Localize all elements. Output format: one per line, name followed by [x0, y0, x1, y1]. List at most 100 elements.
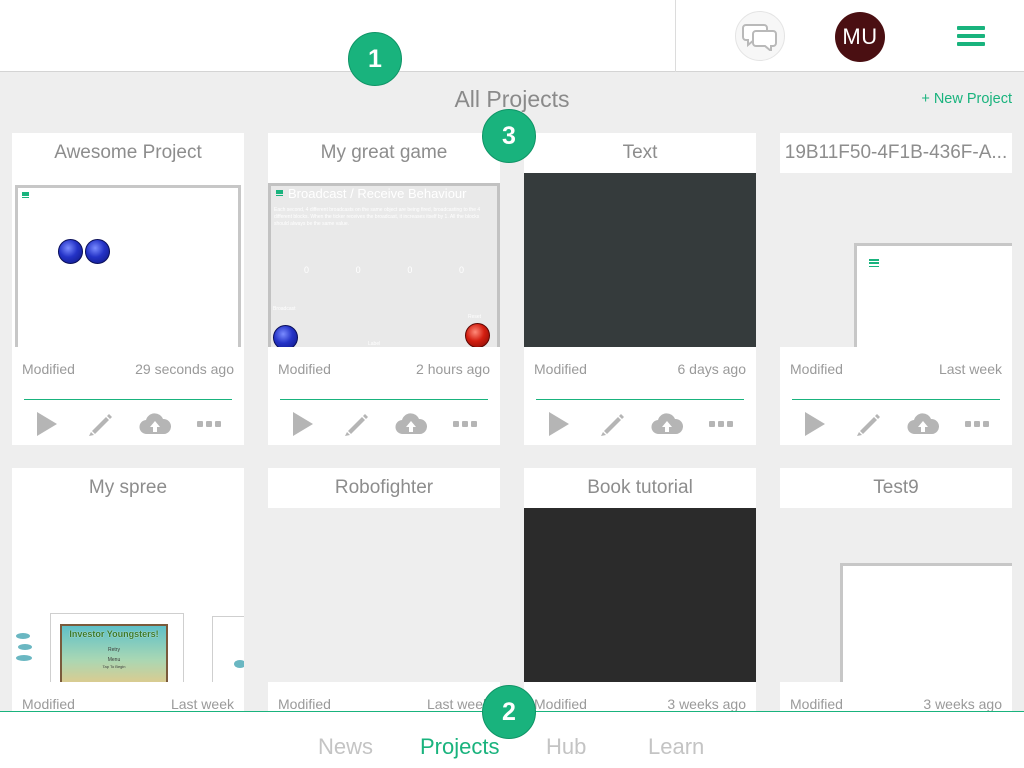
more-button[interactable] [701, 408, 741, 440]
more-dots-icon [197, 421, 221, 427]
project-thumbnail[interactable] [524, 508, 756, 682]
card-meta: Modified 29 seconds ago [22, 361, 234, 377]
card-actions [524, 407, 756, 441]
modified-label: Modified [22, 696, 75, 712]
project-card[interactable]: Text Modified 6 days ago [524, 133, 756, 445]
edit-button[interactable] [593, 408, 633, 440]
nav-projects[interactable]: Projects [420, 734, 499, 760]
nav-hub[interactable]: Hub [546, 734, 586, 760]
modified-label: Modified [22, 361, 75, 377]
sprite [234, 660, 244, 668]
card-meta: Modified Last week [790, 361, 1002, 377]
hamburger-menu-icon[interactable] [957, 26, 985, 46]
project-title[interactable]: My great game [268, 133, 500, 173]
project-title[interactable]: My spree [12, 468, 244, 508]
play-icon [805, 412, 825, 436]
modified-label: Modified [534, 696, 587, 712]
cloud-upload-icon [139, 413, 171, 435]
top-bar: MU [0, 0, 1024, 72]
card-footer: Modified 6 days ago [524, 347, 756, 445]
blue-ball [273, 325, 298, 347]
game-menu: Menu [107, 657, 121, 663]
edit-pencil-icon [601, 414, 624, 436]
edit-pencil-icon [89, 414, 112, 436]
card-actions [268, 407, 500, 441]
thumbnail-heading: Broadcast / Receive Behaviour [288, 186, 467, 201]
nav-news[interactable]: News [318, 734, 373, 760]
more-button[interactable] [957, 408, 997, 440]
card-divider [792, 399, 1000, 400]
project-card[interactable]: My great game Broadcast / Receive Behavi… [268, 133, 500, 445]
modified-label: Modified [534, 361, 587, 377]
card-footer: Modified 2 hours ago [268, 347, 500, 445]
project-title[interactable]: Test9 [780, 468, 1012, 508]
project-title[interactable]: Awesome Project [12, 133, 244, 173]
project-thumbnail[interactable] [780, 173, 1012, 347]
card-meta: Modified 3 weeks ago [534, 696, 746, 712]
project-thumbnail[interactable] [780, 508, 1012, 682]
card-divider [536, 399, 744, 400]
game-retry: Retry [108, 647, 120, 653]
more-button[interactable] [445, 408, 485, 440]
modified-time: 3 weeks ago [923, 696, 1002, 712]
card-footer: Modified 29 seconds ago [12, 347, 244, 445]
play-button[interactable] [27, 408, 67, 440]
modified-label: Modified [278, 361, 331, 377]
project-thumbnail[interactable] [268, 508, 500, 682]
card-meta: Modified 2 hours ago [278, 361, 490, 377]
upload-button[interactable] [135, 408, 175, 440]
callout-badge: 2 [482, 685, 536, 739]
blue-ball [58, 239, 83, 264]
counter: 0 [458, 265, 464, 275]
play-button[interactable] [283, 408, 323, 440]
more-dots-icon [709, 421, 733, 427]
project-thumbnail[interactable]: Broadcast / Receive Behaviour Each secon… [268, 173, 500, 347]
scene-outline [212, 616, 244, 682]
game-screen: Investor Youngsters! Retry Menu Tap To B… [60, 624, 168, 682]
project-title[interactable]: Book tutorial [524, 468, 756, 508]
callout-badge: 3 [482, 109, 536, 163]
project-card[interactable]: Awesome Project Modified 29 seconds ago [12, 133, 244, 445]
upload-button[interactable] [391, 408, 431, 440]
modified-label: Modified [790, 361, 843, 377]
play-button[interactable] [795, 408, 835, 440]
upload-button[interactable] [903, 408, 943, 440]
project-card[interactable]: 19B11F50-4F1B-436F-A... Modified Last we… [780, 133, 1012, 445]
play-icon [549, 412, 569, 436]
thumbnail-menu-icon [22, 192, 29, 198]
thumbnail-counters: 0 0 0 0 [304, 265, 464, 275]
play-icon [293, 412, 313, 436]
chat-button[interactable] [735, 11, 785, 61]
edit-button[interactable] [849, 408, 889, 440]
modified-time: Last week [426, 696, 490, 712]
project-thumbnail[interactable] [12, 173, 244, 347]
project-title[interactable]: Robofighter [268, 468, 500, 508]
cloud-upload-icon [395, 413, 427, 435]
modified-time: Last week [938, 361, 1002, 377]
thumbnail-menu-icon [869, 259, 879, 267]
modified-label: Modified [278, 696, 331, 712]
edit-pencil-icon [857, 414, 880, 436]
project-title[interactable]: Text [524, 133, 756, 173]
user-avatar[interactable]: MU [835, 12, 885, 62]
card-meta: Modified 6 days ago [534, 361, 746, 377]
project-title[interactable]: 19B11F50-4F1B-436F-A... [780, 133, 1012, 173]
nav-learn[interactable]: Learn [648, 734, 704, 760]
modified-time: Last week [170, 696, 234, 712]
project-thumbnail[interactable]: Investor Youngsters! Retry Menu Tap To B… [12, 508, 244, 682]
callout-badge: 1 [348, 32, 402, 86]
project-thumbnail[interactable] [524, 173, 756, 347]
edit-button[interactable] [81, 408, 121, 440]
play-button[interactable] [539, 408, 579, 440]
upload-button[interactable] [647, 408, 687, 440]
card-divider [24, 399, 232, 400]
cloud-upload-icon [651, 413, 683, 435]
edit-button[interactable] [337, 408, 377, 440]
game-tap: Tap To Begin [102, 664, 126, 669]
modified-time: 2 hours ago [416, 361, 490, 377]
card-meta: Modified Last week [278, 696, 490, 712]
play-icon [37, 412, 57, 436]
new-project-link[interactable]: + New Project [921, 91, 1012, 107]
more-button[interactable] [189, 408, 229, 440]
top-bar-divider [675, 0, 676, 72]
